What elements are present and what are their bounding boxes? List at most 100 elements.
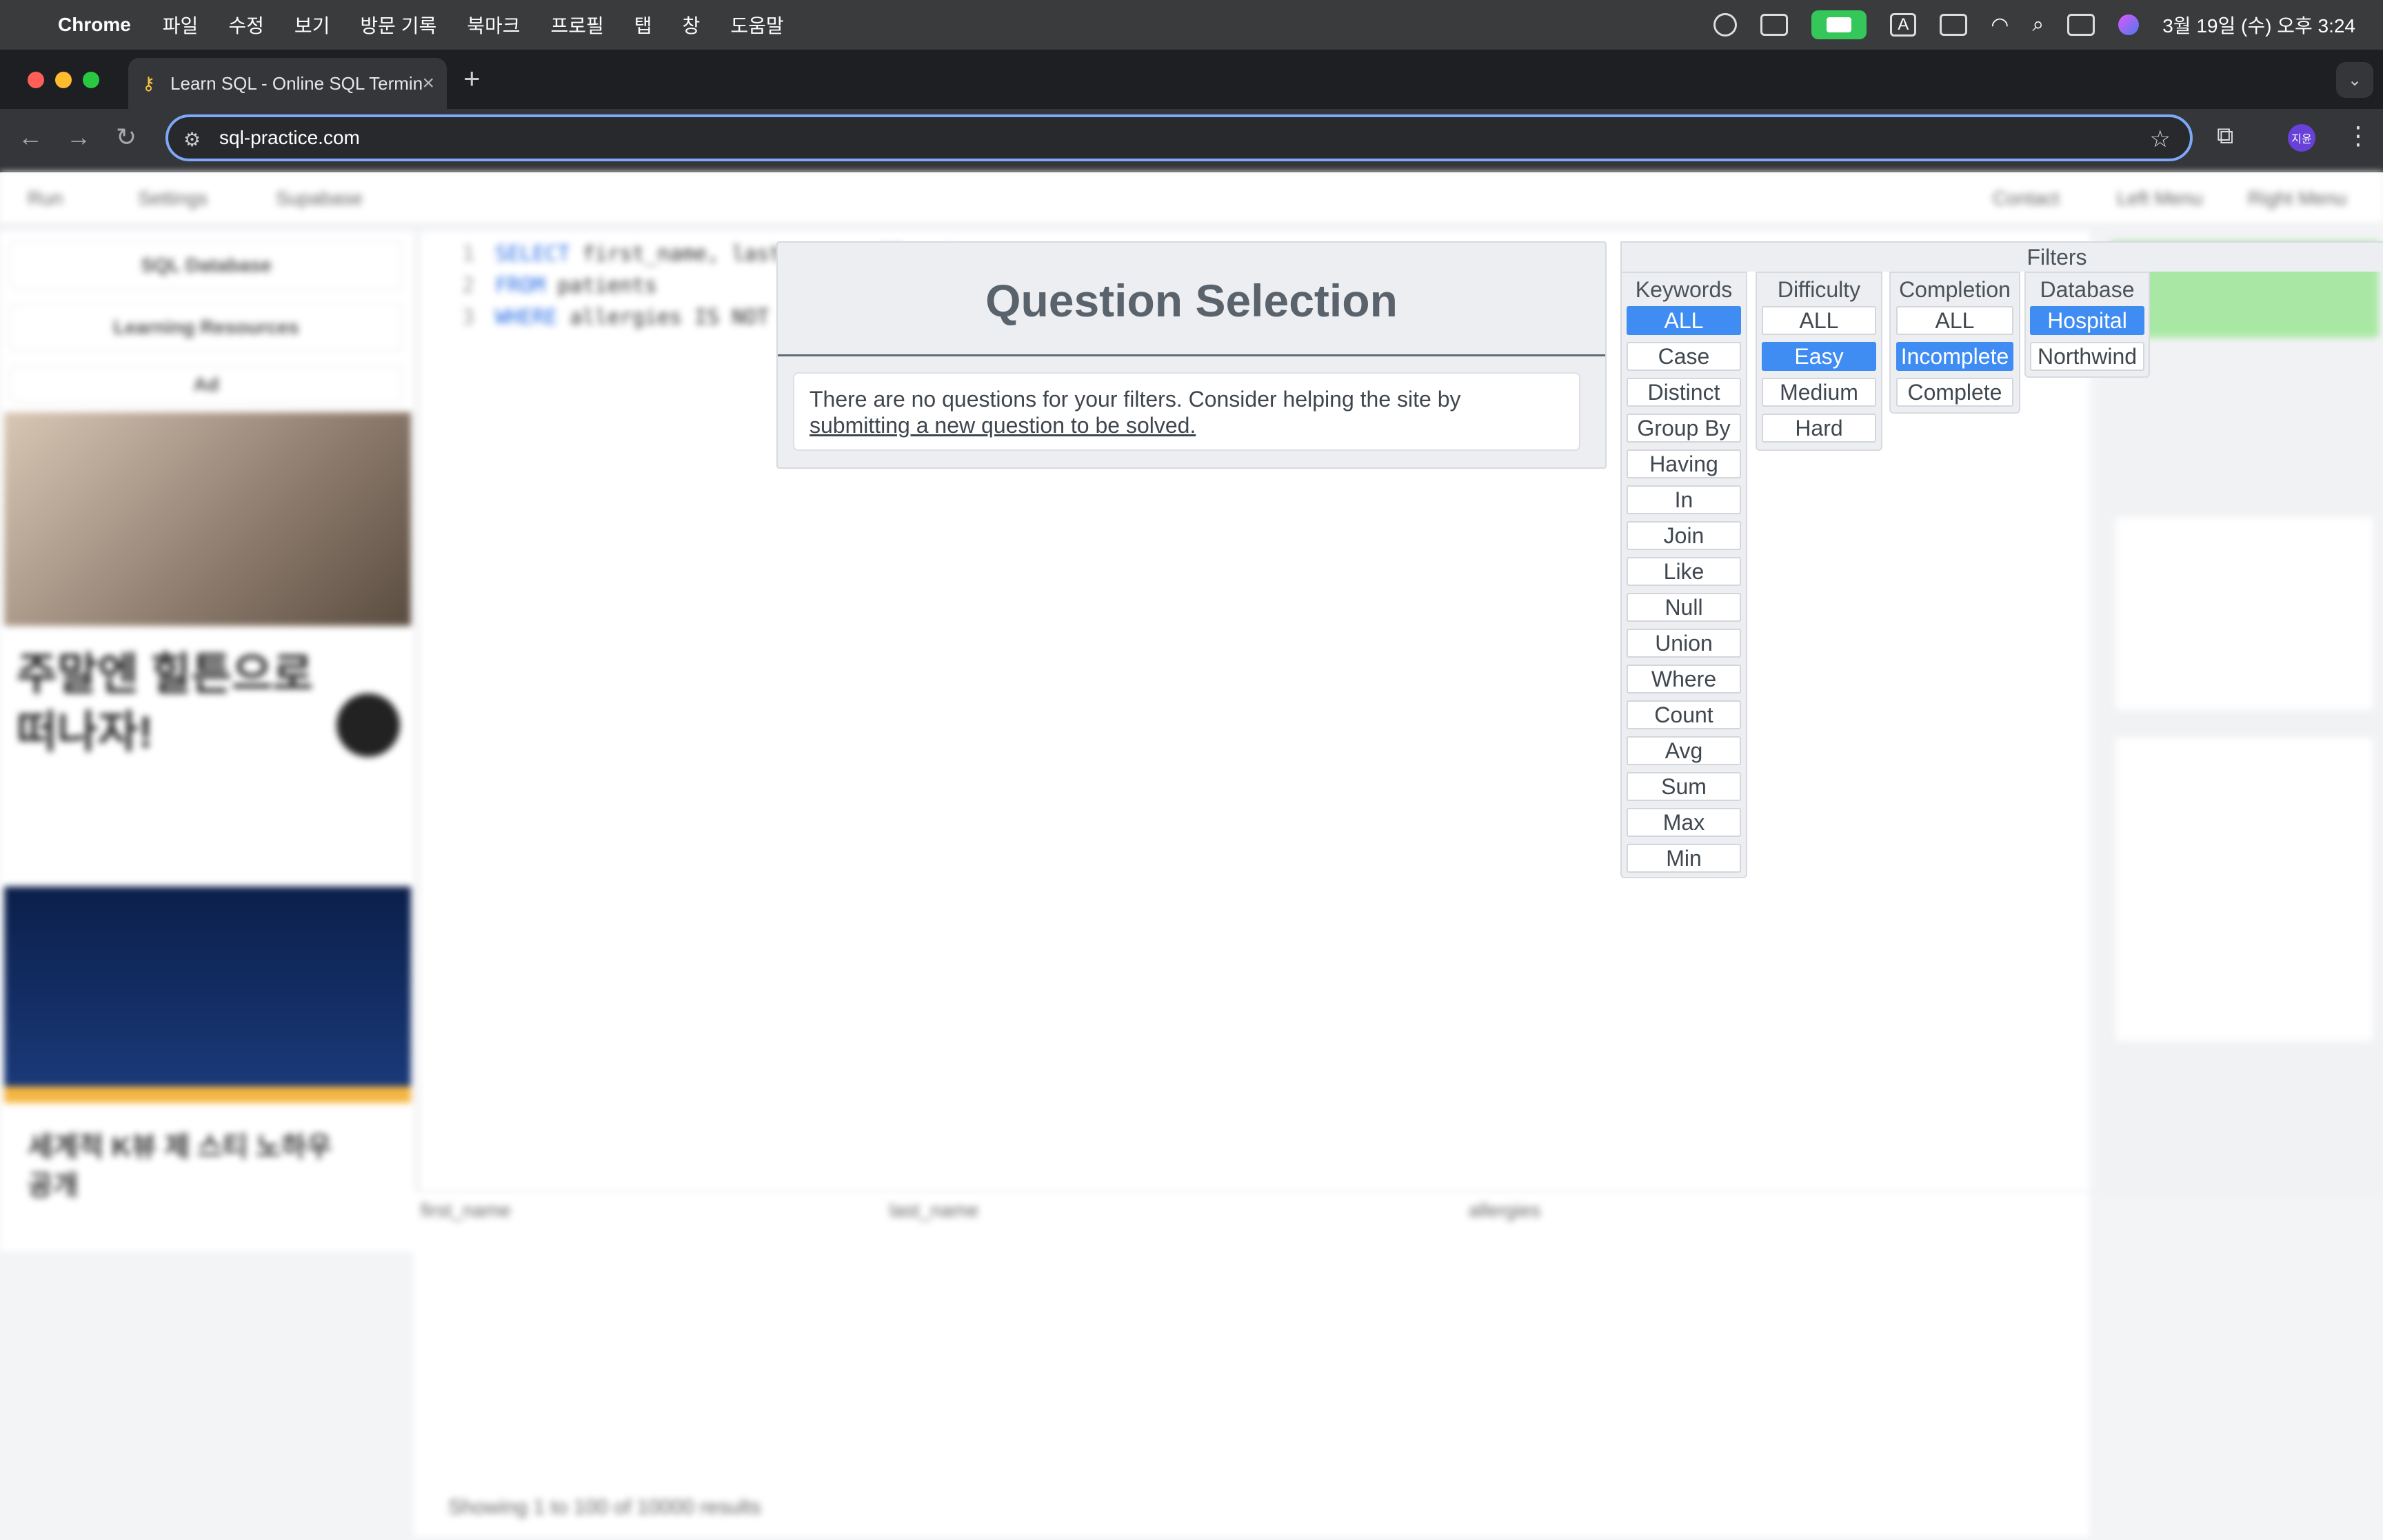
keyword-count-button[interactable]: Count	[1627, 700, 1741, 729]
app-menu-chrome[interactable]: Chrome	[58, 14, 131, 36]
battery-icon[interactable]	[1940, 14, 1968, 36]
keyword-sum-button[interactable]: Sum	[1627, 772, 1741, 801]
keyword-null-button[interactable]: Null	[1627, 593, 1741, 622]
site-settings-icon[interactable]: ⚙	[183, 128, 201, 151]
keyword-group-by-button[interactable]: Group By	[1627, 414, 1741, 443]
column-header: last_name	[889, 1199, 979, 1221]
ad-arrow-icon[interactable]	[336, 693, 400, 757]
question-selection-title: Question Selection	[985, 275, 1398, 326]
keyword-in-button[interactable]: In	[1627, 485, 1741, 514]
forward-button[interactable]: →	[66, 123, 91, 152]
learning-resources-button[interactable]: Learning Resources	[10, 303, 403, 352]
search-icon[interactable]: ⌕	[2032, 13, 2044, 37]
database-heading: Database	[2040, 277, 2135, 302]
nav-right-menu[interactable]: Right Menu	[2248, 188, 2346, 210]
database-northwind-button[interactable]: Northwind	[2030, 342, 2144, 371]
site-nav: Run Settings Supabase Contact Left Menu …	[0, 172, 2383, 225]
completion-column: Completion ALL Incomplete Complete	[1889, 272, 2020, 414]
ad-image[interactable]	[4, 412, 411, 626]
more-menu-icon[interactable]: ⋮	[2346, 121, 2371, 150]
database-hospital-button[interactable]: Hospital	[2030, 306, 2144, 335]
nav-settings[interactable]: Settings	[138, 188, 208, 210]
no-questions-message: There are no questions for your filters.…	[793, 372, 1580, 451]
ad-banner[interactable]	[4, 886, 411, 1093]
address-bar[interactable]: ⚙ sql-practice.com ☆	[165, 114, 2193, 161]
maximize-window-button[interactable]	[83, 72, 99, 88]
menu-profiles[interactable]: 프로필	[551, 11, 604, 39]
column-header: allergies	[1469, 1199, 1541, 1221]
keyword-case-button[interactable]: Case	[1627, 342, 1741, 371]
url-text: sql-practice.com	[219, 127, 360, 148]
browser-tab[interactable]: ⚷ Learn SQL - Online SQL Terminal ×	[128, 58, 447, 109]
menu-bookmarks[interactable]: 북마크	[467, 11, 520, 39]
keyword-max-button[interactable]: Max	[1627, 808, 1741, 837]
left-sidebar: SQL Database Learning Resources Ad 주말엔 힐…	[0, 232, 414, 1252]
control-center-icon[interactable]	[2067, 14, 2095, 36]
siri-icon[interactable]	[2118, 14, 2140, 35]
key-icon: ⚷	[142, 72, 156, 94]
keyword-avg-button[interactable]: Avg	[1627, 736, 1741, 765]
filters-panel: Filters Keywords ALL Case Distinct Group…	[1620, 241, 2383, 878]
results-footer: Showing 1 to 100 of 10000 results	[448, 1496, 761, 1519]
difficulty-all-button[interactable]: ALL	[1762, 306, 1876, 335]
completion-heading: Completion	[1899, 277, 2011, 302]
input-source-icon[interactable]: A	[1890, 13, 1917, 37]
difficulty-column: Difficulty ALL Easy Medium Hard	[1756, 272, 1882, 451]
difficulty-medium-button[interactable]: Medium	[1762, 378, 1876, 407]
minimize-window-button[interactable]	[55, 72, 72, 88]
ad-text[interactable]: 세계적 K뷰 제 스티 노하우 공개	[28, 1128, 332, 1205]
keyword-all-button[interactable]: ALL	[1627, 306, 1741, 335]
menu-tab[interactable]: 탭	[634, 11, 652, 39]
filters-title: Filters	[1620, 241, 2383, 272]
menu-history[interactable]: 방문 기록	[360, 11, 436, 39]
menu-edit[interactable]: 수정	[228, 11, 264, 39]
ad-label: Ad	[10, 365, 403, 404]
wifi-icon[interactable]: ◠	[1991, 13, 2009, 37]
menu-file[interactable]: 파일	[163, 11, 199, 39]
menu-help[interactable]: 도움말	[730, 11, 783, 39]
menu-window[interactable]: 창	[683, 11, 701, 39]
message-text: There are no questions for your filters.…	[810, 387, 1461, 412]
completion-incomplete-button[interactable]: Incomplete	[1896, 342, 2013, 371]
difficulty-heading: Difficulty	[1777, 277, 1861, 302]
close-icon[interactable]: ×	[422, 72, 434, 95]
menu-clock[interactable]: 3월 19일 (수) 오후 3:24	[2162, 11, 2355, 39]
extensions-icon[interactable]: ⧉	[2217, 123, 2233, 150]
difficulty-hard-button[interactable]: Hard	[1762, 414, 1876, 443]
nav-contact[interactable]: Contact	[1993, 188, 2060, 210]
divider	[778, 354, 1605, 356]
tab-search-button[interactable]: ⌄	[2336, 62, 2373, 98]
close-window-button[interactable]	[28, 72, 44, 88]
reload-button[interactable]: ↻	[116, 123, 137, 152]
camera-icon[interactable]	[1811, 10, 1867, 39]
submit-question-link[interactable]: submitting a new question to be solved.	[810, 413, 1196, 438]
nav-left-menu[interactable]: Left Menu	[2117, 188, 2203, 210]
new-tab-button[interactable]: +	[463, 62, 481, 95]
display-icon[interactable]	[1760, 14, 1789, 36]
keyword-min-button[interactable]: Min	[1627, 844, 1741, 873]
completion-complete-button[interactable]: Complete	[1896, 378, 2013, 407]
difficulty-easy-button[interactable]: Easy	[1762, 342, 1876, 371]
completion-all-button[interactable]: ALL	[1896, 306, 2013, 335]
keyword-union-button[interactable]: Union	[1627, 629, 1741, 658]
keyword-distinct-button[interactable]: Distinct	[1627, 378, 1741, 407]
keyword-having-button[interactable]: Having	[1627, 449, 1741, 478]
profile-avatar[interactable]: 지윤	[2288, 124, 2315, 152]
database-column: Database Hospital Northwind	[2024, 272, 2150, 378]
keyword-join-button[interactable]: Join	[1627, 521, 1741, 550]
bookmark-star-icon[interactable]: ☆	[2150, 125, 2171, 153]
notification-icon[interactable]	[1713, 13, 1738, 37]
column-header: first_name	[421, 1199, 511, 1221]
keyword-like-button[interactable]: Like	[1627, 557, 1741, 586]
ad-headline[interactable]: 주말엔 힐튼으로 떠나자!	[17, 645, 313, 761]
results-table: first_name last_name allergies Showing 1…	[414, 1193, 2089, 1537]
nav-supabase[interactable]: Supabase	[276, 188, 363, 210]
keyword-where-button[interactable]: Where	[1627, 665, 1741, 693]
keywords-column: Keywords ALL Case Distinct Group By Havi…	[1620, 272, 1747, 878]
back-button[interactable]: ←	[18, 123, 43, 152]
nav-run[interactable]: Run	[28, 188, 63, 210]
ad-banner-strip	[4, 1086, 411, 1103]
sql-database-button[interactable]: SQL Database	[10, 241, 403, 290]
macos-menu-bar: Chrome 파일 수정 보기 방문 기록 북마크 프로필 탭 창 도움말 A …	[0, 0, 2383, 50]
menu-view[interactable]: 보기	[294, 11, 330, 39]
